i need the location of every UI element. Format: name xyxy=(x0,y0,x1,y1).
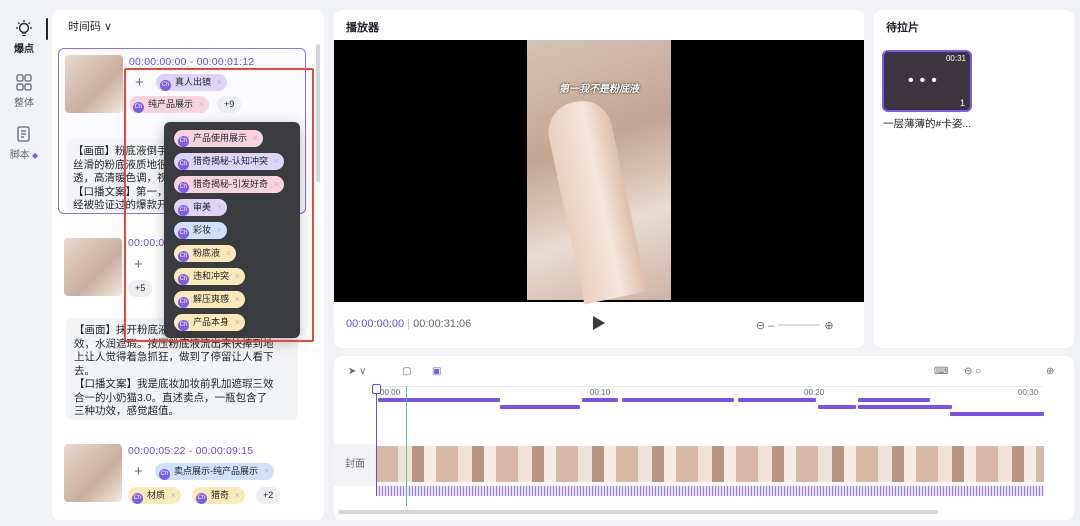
segment-bar[interactable] xyxy=(858,405,952,409)
tag-label: 卖点展示-纯产品展示 xyxy=(174,466,258,476)
playhead-handle[interactable] xyxy=(372,384,381,394)
subtitle-icon[interactable]: ⌨ xyxy=(934,366,948,377)
timecode-sort-dropdown[interactable]: 时间码 ∨ xyxy=(68,18,112,34)
tick-label: 00:00 xyxy=(380,388,401,397)
close-icon[interactable]: × xyxy=(171,487,176,504)
total-time: 00:00:31:06 xyxy=(413,318,472,330)
segment-bar[interactable] xyxy=(858,398,930,402)
desc-line: 上让人觉得着急抓狂，做到了停留让人看下 xyxy=(74,351,274,363)
highlight-box xyxy=(124,68,314,342)
pending-title: 待拉片 xyxy=(886,22,919,34)
desc-line: 【口播文案】我是底妆加妆前乳加遮瑕三效 xyxy=(74,378,274,390)
grid-icon xyxy=(16,74,32,91)
pending-clip-thumbnail[interactable]: 00:31 ••• 1 xyxy=(882,50,972,112)
playhead[interactable] xyxy=(376,386,377,496)
tag-chip[interactable]: Ch 猎奇 × xyxy=(192,487,246,504)
tick-label: 00:30 xyxy=(1018,388,1039,397)
zoom-slider[interactable] xyxy=(778,324,821,326)
video-track[interactable] xyxy=(376,446,1044,482)
rail-item-script[interactable]: 脚本 ◆ xyxy=(0,126,48,161)
ch-badge-icon: Ch xyxy=(132,493,143,504)
segment-timecode: 00:00:00:00 - 00:00:01:12 xyxy=(129,56,255,68)
segment-bar[interactable] xyxy=(378,398,500,402)
clip-count: 1 xyxy=(959,98,965,108)
tag-label: 猎奇 xyxy=(211,490,230,500)
player-panel: 播放器 第一我不是粉底液 00:00:00:00 | 00:00:31:06 ⊖… xyxy=(334,10,864,348)
time-display: 00:00:00:00 | 00:00:31:06 xyxy=(346,318,472,330)
bulb-icon xyxy=(16,20,32,37)
tag-chip[interactable]: Ch 材质 × xyxy=(128,487,182,504)
segment-thumbnail xyxy=(64,444,122,502)
video-caption: 第一我不是粉底液 xyxy=(559,84,639,95)
segment-timecode: 00:00:05:22 - 00:00:09:15 xyxy=(128,445,254,457)
desc-line: 去。 xyxy=(74,364,95,377)
rail-item-overall[interactable]: 整体 xyxy=(0,74,48,109)
audio-waveform[interactable] xyxy=(376,486,1044,496)
time-ruler[interactable] xyxy=(376,386,1044,398)
close-icon[interactable]: × xyxy=(264,463,269,480)
clip-duration: 00:31 xyxy=(945,54,966,63)
cursor-tool-icon[interactable]: ➤ ∨ xyxy=(348,366,366,377)
desc-line: 合一的小奶猫3.0。直述卖点，一瓶包含了 xyxy=(74,391,268,404)
timeline-scrollbar[interactable] xyxy=(338,510,938,514)
ai-comment-icon[interactable]: ▣ xyxy=(432,366,441,377)
play-icon[interactable] xyxy=(593,316,605,330)
desc-line: 三种功效，感觉超值。 xyxy=(74,405,179,417)
cover-label[interactable]: 封面 xyxy=(334,444,376,486)
zoom-in-icon[interactable]: ⊕ xyxy=(1046,366,1054,377)
rail-label-overall: 整体 xyxy=(14,98,34,109)
segment-card[interactable]: 00:00:05:22 - 00:00:09:15 + Ch 卖点展示-纯产品展示… xyxy=(58,438,306,518)
video-content xyxy=(542,95,648,305)
rail-label-hotspot: 爆点 xyxy=(14,44,34,55)
segment-thumbnail xyxy=(65,55,123,113)
zoom-control[interactable]: ⊖ – ⊕ xyxy=(756,319,834,332)
ch-badge-icon: Ch xyxy=(159,469,170,480)
tick-label: 00:10 xyxy=(590,388,611,397)
segment-thumbnail xyxy=(64,238,122,296)
close-icon[interactable]: × xyxy=(235,487,240,504)
pending-panel: 待拉片 00:31 ••• 1 一层薄薄的#卡姿... xyxy=(874,10,1074,348)
diamond-icon: ◆ xyxy=(29,151,39,160)
tick-label: 00:20 xyxy=(804,388,825,397)
tag-label: 材质 xyxy=(147,490,166,500)
segment-bar[interactable] xyxy=(738,398,816,402)
segment-bar[interactable] xyxy=(582,398,618,402)
ch-badge-icon: Ch xyxy=(196,493,207,504)
loading-dots-icon: ••• xyxy=(908,72,943,89)
segment-bar[interactable] xyxy=(950,412,1044,416)
player-title: 播放器 xyxy=(346,22,379,34)
zoom-out-icon[interactable]: ⊖ ○ xyxy=(964,366,981,377)
current-time: 00:00:00:00 xyxy=(346,318,405,330)
segment-bar[interactable] xyxy=(818,405,856,409)
zoom-minus-icon: – xyxy=(765,320,775,332)
rail-item-hotspot[interactable]: 爆点 xyxy=(0,20,48,55)
rail-label-script: 脚本 xyxy=(9,150,30,161)
marker-line xyxy=(406,386,407,506)
script-icon xyxy=(17,126,30,142)
video-frame: 第一我不是粉底液 xyxy=(527,40,671,305)
segment-bar[interactable] xyxy=(622,398,734,402)
video-screen[interactable]: 第一我不是粉底液 xyxy=(334,40,864,305)
add-tag-button[interactable]: + xyxy=(134,464,143,479)
clip-name: 一层薄薄的#卡姿... xyxy=(883,118,972,130)
more-tags-badge[interactable]: +2 xyxy=(256,487,281,504)
timeline-panel: ➤ ∨ ▢ ▣ ⌨ ⊖ ○ ⊕ 00:00 00:10 00:20 00:30 … xyxy=(334,356,1074,520)
left-rail: 爆点 整体 脚本 ◆ xyxy=(0,0,52,526)
list-scrollbar[interactable] xyxy=(316,44,320,182)
zoom-out-icon[interactable]: ⊖ xyxy=(756,320,765,332)
zoom-in-icon[interactable]: ⊕ xyxy=(824,320,833,332)
tag-chip[interactable]: Ch 卖点展示-纯产品展示 × xyxy=(155,463,274,480)
comment-icon[interactable]: ▢ xyxy=(402,366,411,377)
segment-bar[interactable] xyxy=(500,405,580,409)
